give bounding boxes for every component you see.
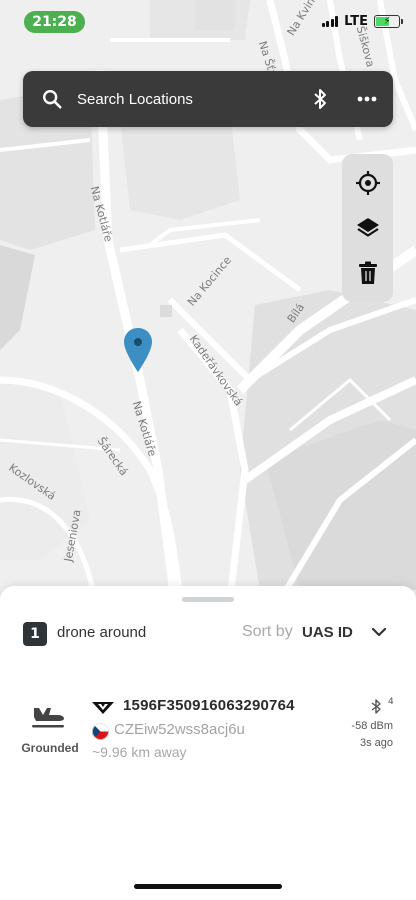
drone-count-label: drone around [57, 624, 147, 641]
cellular-signal-icon [321, 16, 339, 27]
drone-status: Grounded [21, 741, 79, 755]
czech-flag-icon [92, 723, 109, 740]
map-tools-panel [342, 154, 393, 302]
uas-id: 1596F350916063290764 [123, 697, 295, 714]
search-bar[interactable]: Search Locations [23, 71, 393, 127]
layers-icon[interactable] [350, 210, 386, 246]
drone-list-sheet: 1 drone around Sort by UAS ID Grounded 1… [0, 586, 416, 900]
status-time: 21:28 [24, 11, 85, 33]
operator-logo-icon [92, 699, 114, 718]
locate-crosshair-icon[interactable] [350, 165, 386, 201]
search-input[interactable]: Search Locations [77, 91, 313, 108]
sort-label[interactable]: Sort by [242, 623, 293, 641]
status-indicators: LTE ⚡ [321, 14, 403, 29]
operator-id: CZEiw52wss8acj6u [114, 721, 245, 738]
bluetooth-icon[interactable] [313, 88, 327, 110]
bluetooth-icon [371, 699, 381, 718]
more-horizontal-icon[interactable] [357, 96, 377, 102]
grounded-aircraft-icon [30, 704, 66, 734]
sort-value[interactable]: UAS ID [302, 624, 353, 641]
last-seen: 3s ago [359, 737, 393, 749]
battery-charging-icon: ⚡ [374, 15, 403, 28]
network-type: LTE [344, 14, 368, 29]
trash-icon[interactable] [350, 255, 386, 291]
drone-distance: ~9.96 km away [92, 744, 187, 760]
bluetooth-source-count: 4 [388, 697, 394, 707]
drone-count-badge: 1 [23, 622, 47, 646]
home-indicator[interactable] [134, 884, 282, 889]
signal-strength: -58 dBm [351, 720, 393, 732]
drone-list-item[interactable]: Grounded 1596F350916063290764 CZEiw52wss… [0, 686, 416, 776]
search-icon[interactable] [41, 88, 63, 110]
sheet-drag-handle[interactable] [182, 597, 234, 602]
chevron-down-icon[interactable] [370, 624, 388, 643]
